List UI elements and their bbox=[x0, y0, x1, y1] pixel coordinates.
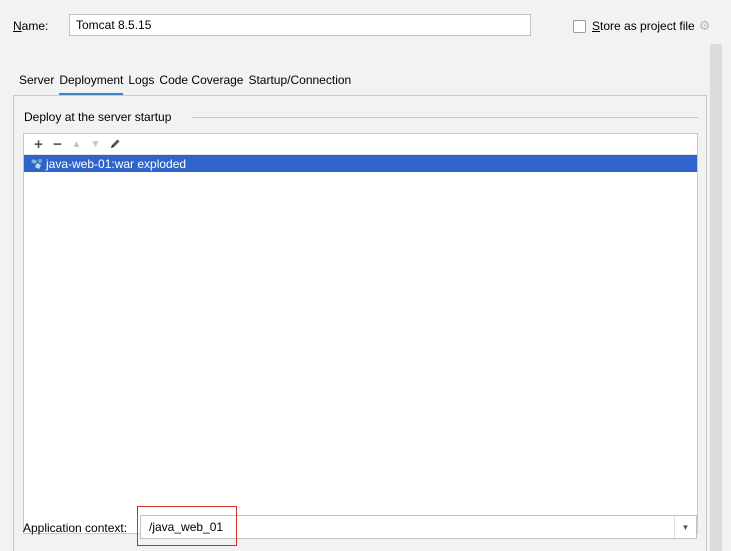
tab-code-coverage[interactable]: Code Coverage bbox=[159, 73, 243, 95]
tab-startup-connection[interactable]: Startup/Connection bbox=[248, 73, 351, 95]
application-context-label: Application context: bbox=[23, 521, 128, 535]
minus-icon[interactable]: − bbox=[49, 135, 66, 153]
deploy-group-title: Deploy at the server startup bbox=[24, 110, 172, 124]
list-toolbar: + − ▲ ▼ bbox=[24, 134, 697, 155]
artifact-label: java-web-01:war exploded bbox=[46, 156, 187, 171]
tab-deployment[interactable]: Deployment bbox=[59, 73, 124, 95]
deployment-panel: Deploy at the server startup + − ▲ ▼ jav… bbox=[13, 95, 707, 551]
plus-icon[interactable]: + bbox=[30, 135, 47, 153]
artifact-list: + − ▲ ▼ java-web-01:war exploded bbox=[23, 133, 698, 534]
tab-server[interactable]: Server bbox=[19, 73, 54, 95]
move-up-icon[interactable]: ▲ bbox=[68, 135, 85, 153]
store-as-project-file-checkbox[interactable] bbox=[573, 19, 586, 33]
name-label: Name: bbox=[13, 19, 49, 33]
tab-bar: Server Deployment Logs Code Coverage Sta… bbox=[19, 73, 356, 95]
artifact-icon bbox=[31, 158, 42, 169]
application-context-input[interactable]: /java_web_01 bbox=[141, 520, 674, 534]
pencil-icon[interactable] bbox=[106, 135, 123, 153]
tab-logs[interactable]: Logs bbox=[128, 73, 154, 95]
scrollbar[interactable] bbox=[710, 44, 722, 551]
chevron-down-icon[interactable]: ▼ bbox=[674, 516, 696, 538]
group-divider bbox=[192, 117, 698, 118]
store-as-project-file[interactable]: Store as project file ⚙ bbox=[573, 19, 710, 33]
move-down-icon[interactable]: ▼ bbox=[87, 135, 104, 153]
list-item[interactable]: java-web-01:war exploded bbox=[24, 155, 697, 172]
name-field[interactable] bbox=[69, 14, 531, 36]
gear-icon[interactable]: ⚙ bbox=[699, 19, 711, 32]
store-as-project-file-label[interactable]: Store as project file bbox=[592, 19, 695, 33]
application-context-combobox[interactable]: /java_web_01 ▼ bbox=[140, 515, 697, 539]
